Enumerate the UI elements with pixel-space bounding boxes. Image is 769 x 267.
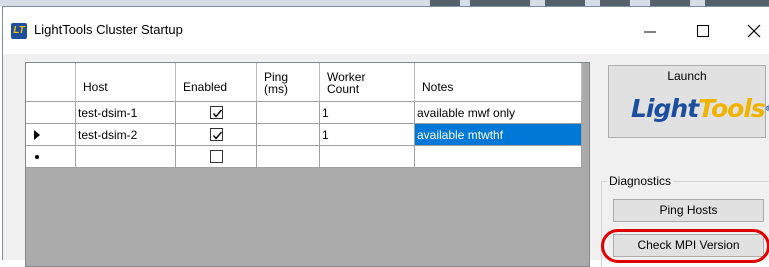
minimize-icon xyxy=(644,31,656,33)
highlight-annotation-ring xyxy=(601,229,769,263)
worker-count-cell[interactable]: 1 xyxy=(320,102,415,124)
worker-count-cell[interactable] xyxy=(320,146,415,168)
checkmark-icon xyxy=(212,131,223,140)
column-header-worker-count-label: Worker Count xyxy=(327,70,366,96)
column-header-notes-label: Notes xyxy=(422,80,454,94)
cluster-startup-window: LT LightTools Cluster Startup Host Enabl… xyxy=(2,6,769,267)
host-cell[interactable]: test-dsim-1 xyxy=(76,102,176,124)
enabled-cell[interactable] xyxy=(176,102,257,124)
column-header-worker-count[interactable]: Worker Count xyxy=(320,63,415,102)
notes-value: available mwf only xyxy=(417,106,516,120)
ping-hosts-button[interactable]: Ping Hosts xyxy=(613,199,764,222)
lighttools-logo: LightTools® xyxy=(631,92,769,126)
host-cell[interactable]: test-dsim-2 xyxy=(76,124,176,146)
worker-count-value: 1 xyxy=(322,106,329,120)
title-bar[interactable]: LT LightTools Cluster Startup xyxy=(3,7,769,54)
row-header[interactable] xyxy=(26,102,76,124)
close-button[interactable] xyxy=(737,15,769,47)
enabled-checkbox[interactable] xyxy=(210,128,223,141)
logo-registered-mark: ® xyxy=(764,104,769,113)
grid-corner-header[interactable] xyxy=(26,63,76,102)
hosts-grid[interactable]: Host Enabled Ping (ms) Worker Count Note… xyxy=(25,62,590,267)
ping-cell[interactable] xyxy=(257,146,320,168)
logo-text-accent: Tools xyxy=(698,94,766,123)
column-header-host-label: Host xyxy=(83,80,108,94)
column-header-host[interactable]: Host xyxy=(76,63,176,102)
current-row-arrow-icon xyxy=(34,130,40,140)
launch-button[interactable]: Launch LightTools® xyxy=(608,65,769,138)
diagnostics-group-label: Diagnostics xyxy=(607,174,674,188)
column-header-enabled[interactable]: Enabled xyxy=(176,63,257,102)
row-header[interactable] xyxy=(26,124,76,146)
column-header-ping-label: Ping (ms) xyxy=(264,70,289,96)
column-header-notes[interactable]: Notes xyxy=(415,63,582,102)
host-cell[interactable] xyxy=(76,146,176,168)
notes-cell-selected[interactable]: available mtwthf xyxy=(415,124,582,146)
row-header[interactable] xyxy=(26,146,76,168)
enabled-checkbox[interactable] xyxy=(210,150,223,163)
lighttools-app-icon: LT xyxy=(11,23,27,39)
enabled-checkbox[interactable] xyxy=(210,106,223,119)
maximize-button[interactable] xyxy=(686,15,720,47)
host-value: test-dsim-2 xyxy=(78,128,138,142)
host-value: test-dsim-1 xyxy=(78,106,138,120)
enabled-cell[interactable] xyxy=(176,146,257,168)
checkmark-icon xyxy=(212,109,223,118)
notes-value: available mtwthf xyxy=(417,128,504,142)
notes-cell[interactable]: available mwf only xyxy=(415,102,582,124)
worker-count-cell[interactable]: 1 xyxy=(320,124,415,146)
logo-text-main: Light xyxy=(631,94,699,123)
minimize-button[interactable] xyxy=(633,15,667,47)
new-row-star-icon xyxy=(35,155,39,159)
ping-cell[interactable] xyxy=(257,102,320,124)
column-header-enabled-label: Enabled xyxy=(183,80,228,94)
enabled-cell[interactable] xyxy=(176,124,257,146)
worker-count-value: 1 xyxy=(322,128,329,142)
notes-cell[interactable] xyxy=(415,146,582,168)
ping-cell[interactable] xyxy=(257,124,320,146)
column-header-ping[interactable]: Ping (ms) xyxy=(257,63,320,102)
window-title: LightTools Cluster Startup xyxy=(34,22,183,37)
close-icon xyxy=(747,24,761,38)
launch-label: Launch xyxy=(667,69,707,83)
maximize-icon xyxy=(697,25,709,37)
